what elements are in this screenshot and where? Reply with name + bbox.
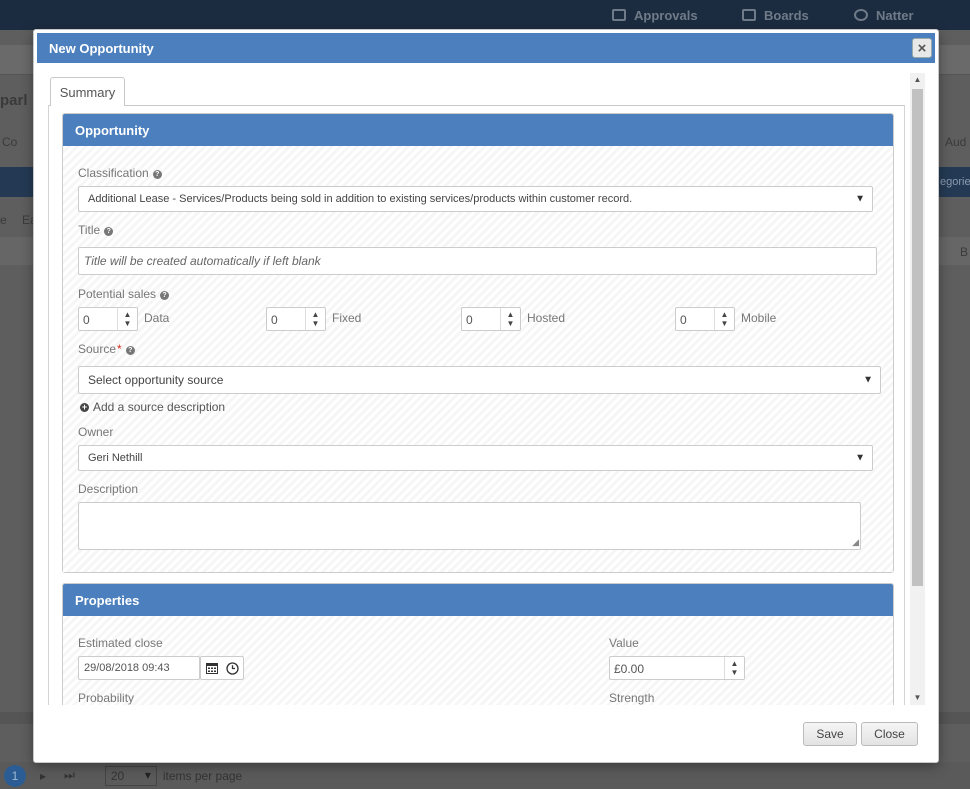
add-source-description-link[interactable]: + Add a source description bbox=[80, 400, 225, 414]
hosted-sales-label: Hosted bbox=[527, 311, 566, 325]
data-sales-label: Data bbox=[144, 311, 170, 325]
nav-natter[interactable]: Natter bbox=[854, 0, 914, 30]
fixed-sales-label: Fixed bbox=[332, 311, 362, 325]
page-button[interactable]: 1 bbox=[4, 764, 26, 787]
new-opportunity-dialog: New Opportunity × Summary Opportunity Cl… bbox=[33, 29, 939, 763]
last-page-icon[interactable]: ⏭ bbox=[64, 768, 75, 783]
owner-select[interactable]: Geri Nethill ▼ bbox=[78, 445, 873, 471]
stepper-arrows-icon[interactable]: ▲ ▼ bbox=[724, 657, 744, 679]
question-circle-icon: ? bbox=[125, 346, 135, 355]
question-circle-icon: ? bbox=[152, 170, 162, 179]
properties-heading: Properties bbox=[63, 584, 893, 616]
stepper-arrows-icon[interactable]: ▲ ▼ bbox=[305, 308, 325, 330]
source-label: Source*? bbox=[78, 342, 135, 356]
description-textarea[interactable]: ◢ bbox=[78, 502, 861, 550]
title-input[interactable]: Title will be created automatically if l… bbox=[78, 247, 877, 275]
owner-label: Owner bbox=[78, 425, 114, 439]
value-stepper[interactable]: £0.00 ▲ ▼ bbox=[609, 656, 745, 680]
boards-icon bbox=[742, 9, 756, 21]
dialog-header: New Opportunity × bbox=[37, 33, 935, 63]
bg-fragment: Aud bbox=[945, 135, 967, 149]
bg-fragment: e bbox=[0, 213, 7, 227]
question-circle-icon: ? bbox=[160, 291, 170, 300]
opportunity-heading: Opportunity bbox=[63, 114, 893, 146]
dialog-body: Summary Opportunity Classification? Addi… bbox=[48, 71, 925, 705]
properties-body: Estimated close 29/08/2018 09:43 Value £… bbox=[63, 616, 893, 705]
probability-label: Probability bbox=[78, 691, 135, 705]
app-top-bar bbox=[0, 0, 970, 30]
close-button[interactable]: Close bbox=[861, 722, 918, 746]
strength-label: Strength bbox=[609, 691, 655, 705]
estimated-close-input[interactable]: 29/08/2018 09:43 bbox=[78, 656, 200, 680]
plus-circle-icon: + bbox=[80, 401, 89, 412]
source-select[interactable]: Select opportunity source ▼ bbox=[78, 366, 881, 394]
fixed-sales-stepper[interactable]: 0 ▲ ▼ bbox=[266, 307, 326, 331]
opportunity-panel: Opportunity Classification? Additional L… bbox=[62, 113, 894, 573]
clock-icon[interactable] bbox=[222, 657, 242, 679]
scroll-up-icon[interactable]: ▲ bbox=[910, 73, 925, 87]
next-page-icon[interactable]: ▸ bbox=[40, 769, 46, 783]
per-page-label: items per page bbox=[162, 768, 243, 783]
save-button[interactable]: Save bbox=[803, 722, 857, 746]
properties-panel: Properties Estimated close 29/08/2018 09… bbox=[62, 583, 894, 705]
potential-sales-label: Potential sales? bbox=[78, 287, 170, 301]
question-circle-icon: ? bbox=[104, 227, 114, 236]
scrollbar-thumb[interactable] bbox=[912, 89, 923, 586]
summary-pane: Opportunity Classification? Additional L… bbox=[48, 105, 905, 705]
chevron-down-icon: ▼ bbox=[863, 374, 873, 386]
bg-page-title: parl bbox=[0, 92, 28, 109]
classification-select[interactable]: Additional Lease - Services/Products bei… bbox=[78, 186, 873, 212]
date-picker-buttons bbox=[200, 656, 244, 680]
value-label: Value bbox=[609, 636, 639, 650]
opportunity-body: Classification? Additional Lease - Servi… bbox=[63, 146, 893, 572]
mobile-sales-stepper[interactable]: 0 ▲ ▼ bbox=[675, 307, 735, 331]
chat-icon bbox=[854, 9, 868, 21]
nav-boards[interactable]: Boards bbox=[742, 0, 809, 30]
hosted-sales-stepper[interactable]: 0 ▲ ▼ bbox=[461, 307, 521, 331]
stepper-arrows-icon[interactable]: ▲ ▼ bbox=[714, 308, 734, 330]
per-page-select[interactable]: 20 bbox=[104, 765, 157, 786]
classification-label: Classification? bbox=[78, 166, 162, 180]
stepper-arrows-icon[interactable]: ▲ ▼ bbox=[117, 308, 137, 330]
chevron-down-icon: ▼ bbox=[855, 452, 865, 464]
calendar-icon[interactable] bbox=[202, 657, 222, 679]
dialog-title: New Opportunity bbox=[49, 40, 154, 56]
chevron-down-icon: ▼ bbox=[855, 193, 865, 205]
data-sales-stepper[interactable]: 0 ▲ ▼ bbox=[78, 307, 138, 331]
bg-pager: 1 ▸ ⏭ 20 items per page bbox=[0, 762, 970, 789]
title-label: Title? bbox=[78, 223, 114, 237]
tab-summary[interactable]: Summary bbox=[50, 77, 125, 106]
vertical-scrollbar[interactable]: ▲ ▼ bbox=[910, 73, 925, 705]
bg-fragment: B bbox=[960, 245, 969, 259]
scroll-down-icon[interactable]: ▼ bbox=[910, 691, 925, 705]
estimated-close-label: Estimated close bbox=[78, 636, 163, 650]
close-icon[interactable]: × bbox=[912, 38, 932, 58]
mobile-sales-label: Mobile bbox=[741, 311, 777, 325]
stepper-arrows-icon[interactable]: ▲ ▼ bbox=[500, 308, 520, 330]
bg-fragment: Co bbox=[2, 135, 18, 149]
bg-fragment: egories bbox=[940, 176, 970, 188]
description-label: Description bbox=[78, 482, 139, 496]
nav-approvals[interactable]: Approvals bbox=[612, 0, 698, 30]
resize-grip-icon[interactable]: ◢ bbox=[852, 537, 859, 548]
approvals-icon bbox=[612, 9, 626, 21]
